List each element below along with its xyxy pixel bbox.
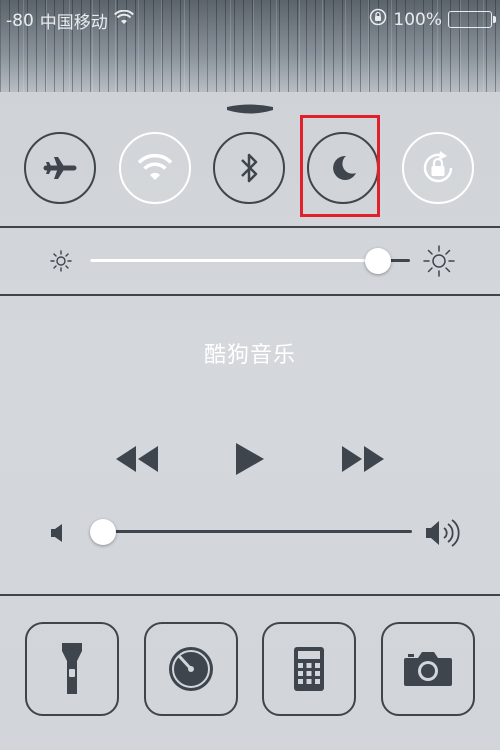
fast-forward-button[interactable] bbox=[340, 444, 386, 474]
camera-icon bbox=[404, 652, 452, 686]
battery-icon bbox=[448, 11, 496, 28]
brightness-knob[interactable] bbox=[365, 248, 391, 274]
volume-low-icon bbox=[51, 524, 62, 542]
rewind-button[interactable] bbox=[114, 444, 160, 474]
timer-icon bbox=[169, 647, 213, 691]
camera-button[interactable] bbox=[381, 622, 475, 716]
brightness-fill bbox=[90, 259, 378, 262]
control-center-panel: 酷狗音乐 bbox=[0, 92, 500, 750]
rotation-lock-icon bbox=[423, 151, 453, 183]
signal-strength: -80 bbox=[6, 10, 34, 31]
brightness-high-icon bbox=[423, 245, 455, 277]
airplane-mode-toggle[interactable] bbox=[24, 132, 96, 204]
wifi-icon bbox=[137, 153, 173, 180]
divider-top bbox=[0, 226, 500, 228]
bluetooth-toggle[interactable] bbox=[213, 132, 285, 204]
volume-slider[interactable] bbox=[90, 518, 412, 546]
brightness-low-icon bbox=[50, 250, 72, 272]
flashlight-button[interactable] bbox=[25, 622, 119, 716]
status-bar: -80 中国移动 100% bbox=[0, 0, 500, 38]
calculator-icon bbox=[294, 647, 324, 691]
play-button[interactable] bbox=[234, 441, 266, 477]
bluetooth-icon bbox=[241, 153, 258, 183]
airplane-icon bbox=[43, 157, 77, 179]
brightness-slider[interactable] bbox=[90, 247, 410, 275]
divider-bottom bbox=[0, 594, 500, 596]
rotation-lock-toggle[interactable] bbox=[402, 132, 474, 204]
carrier-name: 中国移动 bbox=[39, 13, 108, 33]
volume-knob[interactable] bbox=[90, 519, 116, 545]
calculator-button[interactable] bbox=[262, 622, 356, 716]
volume-high-icon bbox=[426, 519, 460, 547]
highlight-box bbox=[300, 115, 380, 217]
status-left: -80 中国移动 bbox=[6, 8, 134, 33]
volume-track bbox=[90, 530, 412, 533]
wifi-status-icon bbox=[113, 9, 134, 31]
flashlight-icon bbox=[62, 643, 82, 694]
status-right: 100% bbox=[369, 8, 496, 31]
toggle-row bbox=[0, 132, 500, 208]
grabber-handle[interactable] bbox=[224, 103, 276, 119]
rotation-lock-status-icon bbox=[369, 8, 387, 31]
battery-percent: 100% bbox=[393, 9, 442, 30]
divider-middle bbox=[0, 294, 500, 296]
timer-button[interactable] bbox=[144, 622, 238, 716]
wifi-toggle[interactable] bbox=[119, 132, 191, 204]
now-playing-title: 酷狗音乐 bbox=[203, 343, 296, 368]
